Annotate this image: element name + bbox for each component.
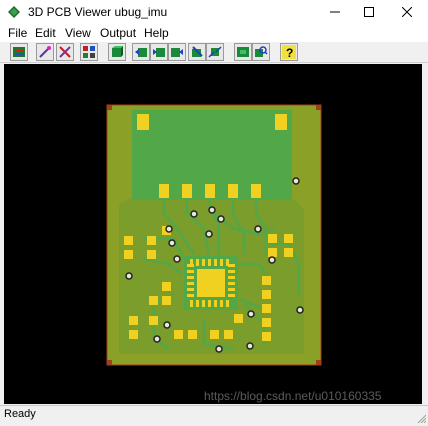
front-view-icon [237,47,249,57]
minimize-button[interactable] [318,0,352,24]
pcb-viewer-icon [8,6,20,18]
zoom-in-button[interactable] [252,43,270,61]
rotate-left-icon [135,48,147,57]
tool-button[interactable] [188,43,206,61]
board-button[interactable] [10,43,28,61]
settings-x-button[interactable] [56,43,74,61]
magic-wand-button[interactable] [36,43,54,61]
move-button[interactable] [206,43,224,61]
maximize-icon [364,7,374,17]
board-icon [13,47,25,57]
resize-grip-icon[interactable] [416,412,427,424]
flip-view-icon [171,48,183,57]
menu-edit[interactable]: Edit [35,26,56,40]
menu-bar: File Edit View Output Help [0,24,428,42]
svg-text:?: ? [286,46,293,59]
help-icon: ? [282,45,296,59]
window-title: 3D PCB Viewer ubug_imu [28,5,168,19]
menu-output[interactable]: Output [100,26,136,40]
view-3d-button[interactable] [108,43,126,61]
view-3d-icon [112,46,123,57]
pcb-board-render: https://blog.csdn.net/u010160335 [4,64,422,404]
help-button[interactable]: ? [280,43,298,61]
status-text: Ready [4,408,36,420]
watermark-text: https://blog.csdn.net/u010160335 [204,389,382,403]
pcb-3d-viewport[interactable]: https://blog.csdn.net/u010160335 [4,64,422,404]
minimize-icon [330,11,340,13]
status-bar: Ready [0,405,428,424]
settings-x-icon [59,46,71,58]
maximize-button[interactable] [352,0,386,24]
close-icon [402,7,412,17]
layers-button[interactable] [80,43,98,61]
title-bar: 3D PCB Viewer ubug_imu [0,0,428,24]
close-button[interactable] [390,0,424,24]
rotate-right-button[interactable] [150,43,168,61]
front-view-button[interactable] [234,43,252,61]
layers-icon [83,46,95,58]
zoom-in-icon [255,46,268,57]
tool-icon [192,46,203,57]
menu-file[interactable]: File [8,26,27,40]
rotate-left-button[interactable] [132,43,150,61]
menu-view[interactable]: View [65,26,91,40]
move-icon [208,46,222,58]
menu-help[interactable]: Help [144,26,169,40]
toolbar: ? [0,42,428,63]
flip-view-button[interactable] [168,43,186,61]
rotate-right-icon [153,48,165,57]
magic-wand-icon [39,46,51,58]
